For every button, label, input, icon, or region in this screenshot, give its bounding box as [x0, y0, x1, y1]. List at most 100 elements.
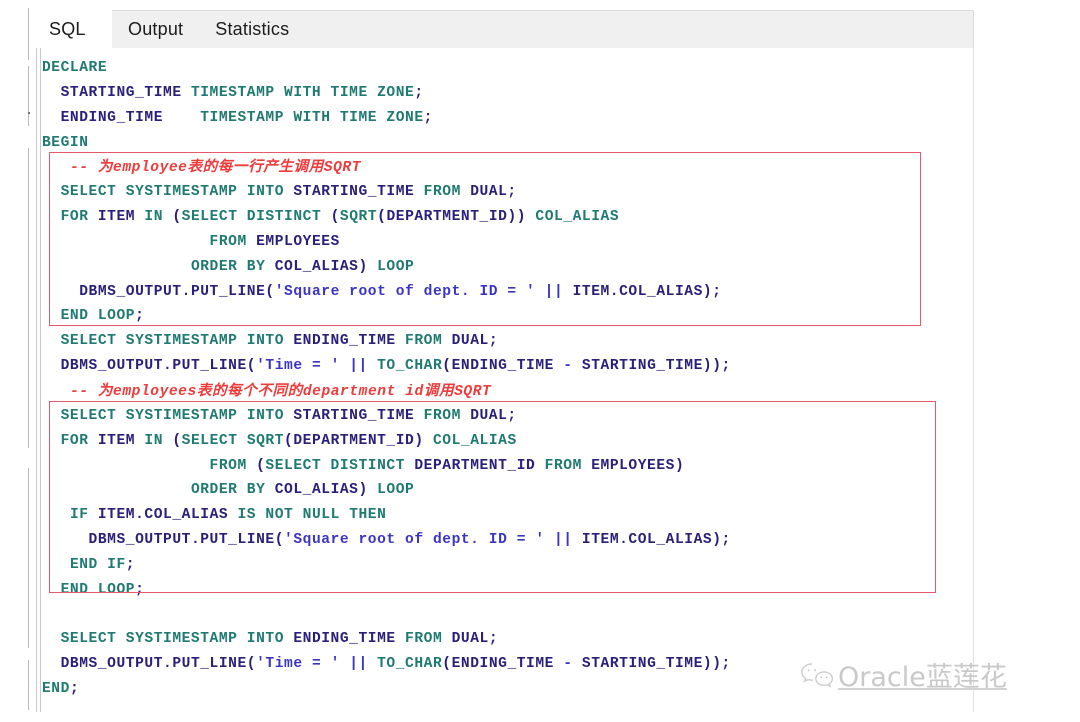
- code-token: SELECT SYSTIMESTAMP INTO: [60, 184, 294, 201]
- code-token: 'Time = ': [256, 656, 340, 673]
- code-token: SELECT DISTINCT: [265, 457, 415, 474]
- sql-code-text[interactable]: DECLARE STARTING_TIME TIMESTAMP WITH TIM…: [42, 56, 1072, 702]
- code-line: SELECT SYSTIMESTAMP INTO STARTING_TIME F…: [42, 180, 1072, 205]
- code-token: COL_ALIAS: [535, 209, 620, 226]
- code-token: DEPARTMENT_ID: [386, 209, 508, 226]
- code-line: DBMS_OUTPUT.PUT_LINE('Square root of dep…: [42, 528, 1072, 553]
- code-token: PUT_LINE: [172, 358, 247, 375]
- code-token: ENDING_TIME: [60, 109, 164, 126]
- code-token: TO_CHAR: [377, 656, 443, 673]
- code-line: SELECT SYSTIMESTAMP INTO STARTING_TIME F…: [42, 404, 1072, 429]
- gutter-rule: [28, 468, 29, 648]
- code-token: -- 为employee表的每一行产生调用SQRT: [69, 158, 362, 177]
- editor-rail: [36, 48, 37, 712]
- tab-output[interactable]: Output: [112, 10, 199, 48]
- code-token: (: [163, 209, 182, 226]
- tab-statistics-label: Statistics: [215, 18, 290, 39]
- code-token: ||: [339, 656, 378, 673]
- left-gutter: [0, 0, 34, 722]
- code-token: DUAL: [451, 333, 489, 350]
- code-token: END IF: [69, 556, 126, 573]
- code-token: (: [163, 432, 182, 449]
- code-line: DBMS_OUTPUT.PUT_LINE('Time = ' || TO_CHA…: [42, 652, 1072, 677]
- code-token: ): [358, 258, 378, 275]
- code-token: IN: [144, 209, 164, 226]
- code-token: STARTING_TIME: [60, 84, 182, 101]
- code-token: COL_ALIAS: [274, 482, 359, 499]
- code-token: SELECT SYSTIMESTAMP INTO: [60, 333, 294, 350]
- code-line: DBMS_OUTPUT.PUT_LINE('Square root of dep…: [42, 280, 1072, 305]
- code-token: SELECT DISTINCT: [181, 209, 322, 226]
- code-token: LOOP: [377, 258, 415, 275]
- code-token: FROM: [423, 184, 461, 201]
- code-token: (: [256, 457, 266, 474]
- code-line: IF ITEM.COL_ALIAS IS NOT NULL THEN: [42, 503, 1072, 528]
- code-line: FOR ITEM IN (SELECT SQRT(DEPARTMENT_ID) …: [42, 429, 1072, 454]
- code-token: ): [414, 432, 433, 449]
- code-token: (: [246, 656, 257, 673]
- code-token: ;: [423, 109, 433, 126]
- code-token: ITEM.COL_ALIAS: [572, 283, 703, 300]
- code-token: DECLARE: [42, 60, 108, 76]
- code-token: (: [442, 358, 452, 375]
- code-token: ORDER BY: [190, 482, 275, 499]
- code-token: FROM: [209, 457, 257, 474]
- code-token: COL_ALIAS: [432, 432, 517, 449]
- code-token: DBMS_OUTPUT: [60, 656, 164, 673]
- code-token: ENDING_TIME: [293, 631, 396, 648]
- code-token: PUT_LINE: [190, 283, 266, 300]
- code-token: 'Time = ': [256, 358, 340, 375]
- code-token: EMPLOYEES: [591, 457, 675, 474]
- code-token: SQRT: [246, 432, 285, 449]
- code-token: ||: [535, 283, 573, 300]
- code-line: ORDER BY COL_ALIAS) LOOP: [42, 255, 1072, 280]
- code-token: ||: [339, 358, 378, 375]
- tab-sql[interactable]: SQL: [34, 10, 112, 48]
- code-token: ;: [125, 556, 136, 573]
- code-token: DEPARTMENT_ID: [414, 457, 536, 474]
- code-token: FROM: [209, 233, 257, 250]
- code-token: FROM: [405, 333, 443, 350]
- code-token: (: [321, 209, 340, 226]
- code-line: END LOOP;: [42, 304, 1072, 329]
- code-token: ;: [135, 581, 145, 598]
- code-token: BEGIN: [42, 134, 89, 151]
- tab-statistics[interactable]: Statistics: [199, 10, 305, 48]
- code-token: -: [553, 656, 582, 673]
- code-token: .: [190, 532, 201, 549]
- code-line: DECLARE: [42, 56, 1072, 81]
- code-token: COL_ALIAS: [274, 258, 359, 275]
- code-token: .: [163, 656, 173, 673]
- code-line: END IF;: [42, 553, 1072, 578]
- code-token: .: [181, 283, 191, 300]
- code-token: TO_CHAR: [377, 358, 443, 375]
- code-line: END LOOP;: [42, 578, 1072, 603]
- code-token: -- 为employees表的每个不同的department id调用SQRT: [69, 381, 492, 400]
- code-token: );: [712, 532, 731, 549]
- code-token: STARTING_TIME: [293, 407, 415, 424]
- code-line: FROM EMPLOYEES: [42, 230, 1072, 255]
- code-line: FROM (SELECT DISTINCT DEPARTMENT_ID FROM…: [42, 454, 1072, 479]
- code-line: SELECT SYSTIMESTAMP INTO ENDING_TIME FRO…: [42, 627, 1072, 652]
- code-token: EMPLOYEES: [256, 233, 340, 250]
- code-token: TIMESTAMP WITH TIME ZONE: [200, 109, 424, 126]
- code-token: ));: [702, 358, 731, 375]
